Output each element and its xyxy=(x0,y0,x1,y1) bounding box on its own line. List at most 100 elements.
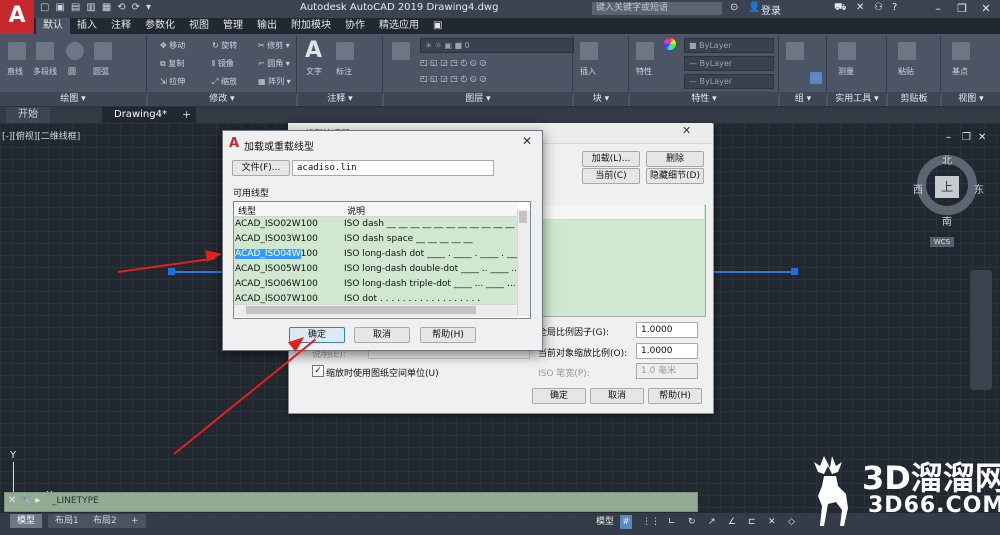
exchange-icon[interactable]: ✕ xyxy=(856,2,864,13)
layer-dropdown[interactable]: ☀ ☼ ▣ ■ 0 xyxy=(420,38,574,53)
layer-tools-row1[interactable]: ◰ ◱ ◲ ◳ ◴ ◵ ◶ xyxy=(420,58,486,67)
load-dialog-close-icon[interactable]: ✕ xyxy=(522,134,532,148)
tab-manage[interactable]: 管理 xyxy=(216,18,250,34)
save-as-icon[interactable]: ▥ xyxy=(86,2,95,13)
compass-north[interactable]: 北 xyxy=(942,152,952,167)
line-grip-end[interactable] xyxy=(791,268,798,275)
tab-output[interactable]: 输出 xyxy=(250,18,284,34)
login-button[interactable]: 登录 xyxy=(761,2,781,17)
panel-utilities-title[interactable]: 实用工具 ▾ xyxy=(828,92,886,106)
stretch-tool[interactable]: ⇲ 拉伸 xyxy=(160,76,185,87)
snap-toggle-icon[interactable]: ⋮⋮ xyxy=(642,515,660,529)
ortho-toggle-icon[interactable]: ∟ xyxy=(668,515,676,529)
new-layout-button[interactable]: + xyxy=(124,514,146,528)
viewcube-top-face[interactable]: 上 xyxy=(935,176,959,198)
tab-parametric[interactable]: 参数化 xyxy=(138,18,182,34)
color-wheel-icon[interactable] xyxy=(664,38,676,50)
viewport-minimize-icon[interactable]: – xyxy=(946,132,951,143)
panel-draw-title[interactable]: 绘图 ▾ xyxy=(0,92,146,106)
load-button[interactable]: 加载(L)... xyxy=(582,151,640,167)
tab-view[interactable]: 视图 xyxy=(182,18,216,34)
panel-properties-title[interactable]: 特性 ▾ xyxy=(630,92,778,106)
help-icon[interactable]: ? xyxy=(892,2,897,13)
layout-tab-1[interactable]: 布局1 xyxy=(48,514,86,528)
viewport-restore-icon[interactable]: ❐ xyxy=(962,132,971,143)
isodraft-toggle-icon[interactable]: ↗ xyxy=(708,515,716,529)
search-input[interactable]: 键入关键字或短语 xyxy=(592,2,722,15)
qat-dropdown-icon[interactable]: ▾ xyxy=(146,2,151,13)
account-icon[interactable]: ⚇ xyxy=(874,2,883,13)
maximize-button[interactable]: ❐ xyxy=(950,0,974,18)
object-snap-tracking-icon[interactable]: ∠ xyxy=(728,515,736,529)
tab-default[interactable]: 默认 xyxy=(36,18,70,34)
command-text[interactable]: _LINETYPE xyxy=(52,496,99,506)
tab-featured-apps[interactable]: 精选应用 xyxy=(372,18,426,34)
new-tab-button[interactable]: + xyxy=(182,108,191,121)
grid-toggle-icon[interactable]: # xyxy=(620,515,632,529)
redo-icon[interactable]: ⟳ xyxy=(132,2,140,13)
ltm-help-button[interactable]: 帮助(H) xyxy=(648,388,702,404)
navigation-bar[interactable] xyxy=(970,270,992,390)
save-icon[interactable]: ▤ xyxy=(71,2,80,13)
circle-tool-icon[interactable] xyxy=(66,42,84,60)
model-space-button[interactable]: 模型 xyxy=(596,515,614,529)
dimension-tool-icon[interactable] xyxy=(336,42,354,60)
panel-layers-title[interactable]: 图层 ▾ xyxy=(384,92,572,106)
load-help-button[interactable]: 帮助(H) xyxy=(420,327,476,343)
panel-annotation-title[interactable]: 注释 ▾ xyxy=(298,92,382,106)
new-file-icon[interactable]: ▢ xyxy=(40,2,49,13)
layout-tab-2[interactable]: 布局2 xyxy=(86,514,124,528)
rotate-tool[interactable]: ↻ 旋转 xyxy=(212,40,237,51)
undo-icon[interactable]: ⟲ xyxy=(117,2,125,13)
col-linetype-header[interactable]: 线型 xyxy=(238,204,256,217)
layout-tab-model[interactable]: 模型 xyxy=(10,514,43,528)
command-line[interactable] xyxy=(4,492,698,512)
paste-tool-icon[interactable] xyxy=(898,42,916,60)
hide-details-button[interactable]: 隐藏细节(D) xyxy=(646,168,704,184)
polar-toggle-icon[interactable]: ↻ xyxy=(688,515,696,529)
panel-modify-title[interactable]: 修改 ▾ xyxy=(148,92,296,106)
tab-addins[interactable]: 附加模块 xyxy=(284,18,338,34)
line-tool-icon[interactable] xyxy=(8,42,26,60)
compass-east[interactable]: 东 xyxy=(974,181,984,196)
panel-clipboard-title[interactable]: 剪贴板 xyxy=(888,92,940,106)
line-grip-start[interactable] xyxy=(168,268,175,275)
vertical-scroll-thumb[interactable] xyxy=(519,211,527,223)
measure-tool-icon[interactable] xyxy=(838,42,856,60)
viewport-controls[interactable]: [-][俯视][二维线框] xyxy=(2,129,80,142)
base-view-icon[interactable] xyxy=(952,42,970,60)
insert-block-icon[interactable] xyxy=(580,42,598,60)
compass-south[interactable]: 南 xyxy=(942,213,952,228)
wcs-menu[interactable]: WCS xyxy=(930,237,954,247)
layer-tools-row2[interactable]: ◰ ◱ ◲ ◳ ◴ ◵ ◶ xyxy=(420,74,486,83)
delete-button[interactable]: 删除 xyxy=(646,151,704,167)
copy-tool[interactable]: ⧉ 复制 xyxy=(160,58,184,69)
osnap-toggle-icon[interactable]: ⊏ xyxy=(748,515,756,529)
match-properties-icon[interactable] xyxy=(636,42,654,60)
panel-block-title[interactable]: 块 ▾ xyxy=(574,92,628,106)
user-icon[interactable]: 👤 xyxy=(748,2,760,13)
annotation-scale-icon[interactable]: ✕ xyxy=(768,515,776,529)
trim-tool[interactable]: ✂ 修剪 ▾ xyxy=(258,40,290,51)
iso-pen-width-dropdown[interactable]: 1.0 毫米 xyxy=(636,363,698,379)
polyline-tool-icon[interactable] xyxy=(36,42,54,60)
command-line-icons[interactable]: ✕ 🔧 ▸ xyxy=(8,495,40,506)
minimize-button[interactable]: – xyxy=(926,0,950,18)
open-file-icon[interactable]: ▣ xyxy=(55,2,64,13)
arc-tool-icon[interactable] xyxy=(94,42,112,60)
cart-icon[interactable]: ⛟ xyxy=(834,2,847,15)
group-tool-icon[interactable] xyxy=(786,42,804,60)
array-tool[interactable]: ▦ 阵列 ▾ xyxy=(258,76,291,87)
load-cancel-button[interactable]: 取消 xyxy=(354,327,410,343)
fillet-tool[interactable]: ⌐ 圆角 ▾ xyxy=(258,58,290,69)
horizontal-scroll-thumb[interactable] xyxy=(246,306,476,314)
move-tool[interactable]: ✥ 移动 xyxy=(160,40,185,51)
scale-tool[interactable]: ⤢ 缩放 xyxy=(212,76,237,87)
mirror-tool[interactable]: ⫴ 镜像 xyxy=(212,58,234,69)
ltm-cancel-button[interactable]: 取消 xyxy=(590,388,644,404)
linetype-file-input[interactable]: acadiso.lin xyxy=(292,160,494,176)
compass-west[interactable]: 西 xyxy=(913,181,923,196)
file-button[interactable]: 文件(F)... xyxy=(232,160,290,176)
lineweight-dropdown[interactable]: — ByLayer xyxy=(684,74,774,89)
tab-annotate[interactable]: 注释 xyxy=(104,18,138,34)
